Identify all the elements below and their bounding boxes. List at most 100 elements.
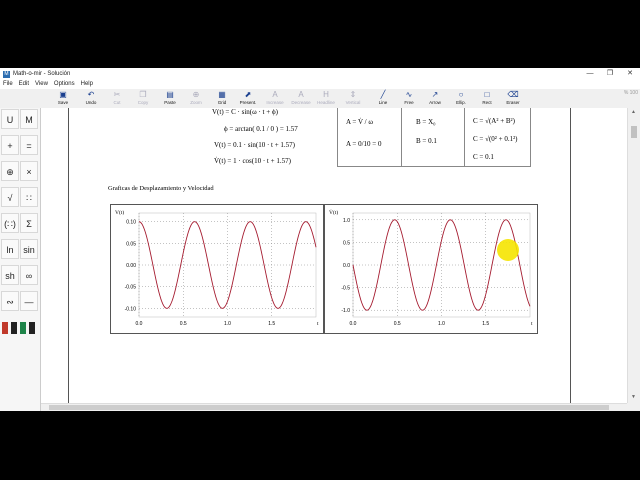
decrease-icon: A <box>298 90 304 99</box>
menu-help[interactable]: Help <box>81 80 93 89</box>
palette-button[interactable]: sin <box>20 239 38 259</box>
ellip-button[interactable]: ○ Ellip. <box>448 90 474 107</box>
app-window: M Math-o-mir - Solución — ❐ ✕ File Edit … <box>0 68 640 411</box>
coefficient-a-value[interactable]: A = 0/10 = 0 <box>346 140 382 148</box>
equation-phase[interactable]: ϕ = arctan( 0.1 / 0 ) = 1.57 <box>224 125 298 133</box>
copy-button[interactable]: ❐ Copy <box>130 90 156 107</box>
zoom-level: % 100 <box>623 90 638 96</box>
vertical-scrollbar[interactable]: ▲ ▼ <box>627 108 640 403</box>
minimize-button[interactable]: — <box>580 68 600 80</box>
palette-button[interactable]: √ <box>1 187 19 207</box>
zoom-icon: ⊕ <box>192 90 200 99</box>
coefficient-a-formula[interactable]: A = V̇ / ω <box>346 118 373 126</box>
menu-bar: File Edit View Options Help <box>0 80 640 89</box>
horizontal-scroll-thumb[interactable] <box>49 405 609 410</box>
palette-button[interactable]: — <box>20 291 38 311</box>
equation-velocity[interactable]: V̇(t) = 1 · cos(10 · t + 1.57) <box>214 157 291 165</box>
eraser-icon: ⌫ <box>507 90 519 99</box>
toolbar-label: Line <box>378 100 388 105</box>
close-button[interactable]: ✕ <box>620 68 640 80</box>
coefficient-c-value[interactable]: C = 0.1 <box>473 153 494 161</box>
headline-icon: H <box>323 90 329 99</box>
toolbar-label: Ellip. <box>456 100 466 105</box>
toolbar-label: Save <box>57 100 69 105</box>
rectangle-icon: □ <box>484 90 490 99</box>
eraser-button[interactable]: ⌫ Eraser <box>500 90 526 107</box>
paste-icon: ▤ <box>166 90 174 99</box>
menu-edit[interactable]: Edit <box>19 80 29 89</box>
y-tick-label: 0.05 <box>126 241 136 247</box>
rect-button[interactable]: □ Rect <box>474 90 500 107</box>
menu-view[interactable]: View <box>35 80 48 89</box>
palette-button[interactable]: Σ <box>20 213 38 233</box>
pen-color-swatch[interactable] <box>20 322 26 334</box>
paste-button[interactable]: ▤ Paste <box>157 90 183 107</box>
freehand-icon: ∿ <box>405 90 413 99</box>
undo-button[interactable]: ↶ Undo <box>78 90 104 107</box>
cut-button[interactable]: ✂ Cut <box>104 90 130 107</box>
coefficient-c-formula[interactable]: C = √(A² + B²) <box>473 117 515 125</box>
y-tick-label: 0.5 <box>343 240 350 246</box>
x-tick-label: 1.0 <box>224 321 231 327</box>
line-button[interactable]: ╱ Line <box>370 90 396 107</box>
coefficient-b-value[interactable]: B = 0.1 <box>416 137 437 145</box>
palette-button[interactable]: U <box>1 109 19 129</box>
arrow-button[interactable]: ↗ Arrow <box>422 90 448 107</box>
scroll-down-arrow-icon[interactable]: ▼ <box>631 394 636 400</box>
palette-button[interactable]: ∞ <box>20 265 38 285</box>
app-icon: M <box>3 70 10 78</box>
coefficient-b-formula[interactable]: B = X₀ <box>416 118 436 126</box>
menu-file[interactable]: File <box>3 80 13 89</box>
grid-button[interactable]: ▦ Grid <box>209 90 235 107</box>
palette-button[interactable]: ∷ <box>20 187 38 207</box>
pen-color-swatch[interactable] <box>11 322 17 334</box>
grid-icon: ▦ <box>218 90 226 99</box>
present-button[interactable]: ⬈ Present. <box>235 90 261 107</box>
line-icon: ╱ <box>380 90 386 99</box>
horizontal-scrollbar[interactable] <box>41 403 627 411</box>
save-button[interactable]: ▣ Save <box>50 90 76 107</box>
palette-button[interactable]: M <box>20 109 38 129</box>
palette-button[interactable]: ⊕ <box>1 161 19 181</box>
graphs-heading[interactable]: Graficas de Desplazamiento y Velocidad <box>108 185 214 192</box>
coefficient-c-substitution[interactable]: C = √(0² + 0.1²) <box>473 135 518 143</box>
page-border-right <box>570 108 571 403</box>
velocity-plot[interactable]: 1.0 0.5 0.0 -0.5 -1.0 0.0 0.5 1.0 1.5 V̇(t) t <box>324 204 538 334</box>
toolbar-label: Grid <box>217 100 227 105</box>
scroll-up-arrow-icon[interactable]: ▲ <box>631 109 636 115</box>
toolbar-label: Eraser <box>506 100 520 105</box>
free-button[interactable]: ∿ Free <box>396 90 422 107</box>
toolbar: ▣ Save ↶ Undo ✂ Cut ❐ Copy ▤ Paste ⊕ Zoom ▦ Grid ⬈ Pres… <box>0 89 640 109</box>
decrease-button[interactable]: A Decrease <box>288 90 314 107</box>
y-axis-label: V(t) <box>115 209 124 216</box>
vertical-button[interactable]: ⇕ Vertical <box>340 90 366 107</box>
palette-button[interactable]: (∷) <box>1 213 19 233</box>
increase-button[interactable]: A Increase <box>262 90 288 107</box>
maximize-button[interactable]: ❐ <box>600 68 620 80</box>
coefficient-a-column <box>338 108 402 166</box>
menu-options[interactable]: Options <box>54 80 75 89</box>
palette-button[interactable]: + <box>1 135 19 155</box>
vertical-scroll-thumb[interactable] <box>631 126 637 138</box>
toolbar-label: Present. <box>239 100 257 105</box>
y-tick-label: 0.0 <box>343 263 350 269</box>
toolbar-label: Zoom <box>190 100 202 105</box>
equation-velocity-general[interactable]: V(t) = C · sin(ω · t + ϕ) <box>212 108 278 116</box>
vertical-icon: ⇕ <box>349 90 357 99</box>
palette-button[interactable]: ln <box>1 239 19 259</box>
document-canvas[interactable]: V(t) = C · sin(ω · t + ϕ) ϕ = arctan( 0.… <box>41 108 627 403</box>
toolbar-label: Cut <box>113 100 121 105</box>
palette-button[interactable]: ∾ <box>1 291 19 311</box>
equation-displacement[interactable]: V(t) = 0.1 · sin(10 · t + 1.57) <box>214 141 295 149</box>
headline-button[interactable]: H Headline <box>313 90 339 107</box>
palette-button[interactable]: sh <box>1 265 19 285</box>
displacement-plot[interactable]: 0.10 0.05 0.00 -0.05 -0.10 0.0 0.5 1.0 1.5 V(t) t <box>110 204 324 334</box>
x-tick-label: 0.0 <box>350 321 357 327</box>
page-border-left <box>68 108 69 403</box>
palette-button[interactable]: = <box>20 135 38 155</box>
zoom-button[interactable]: ⊕ Zoom <box>183 90 209 107</box>
pen-color-swatch[interactable] <box>29 322 35 334</box>
pen-color-swatch[interactable] <box>2 322 8 334</box>
palette-button[interactable]: × <box>20 161 38 181</box>
ellipse-icon: ○ <box>458 90 464 99</box>
